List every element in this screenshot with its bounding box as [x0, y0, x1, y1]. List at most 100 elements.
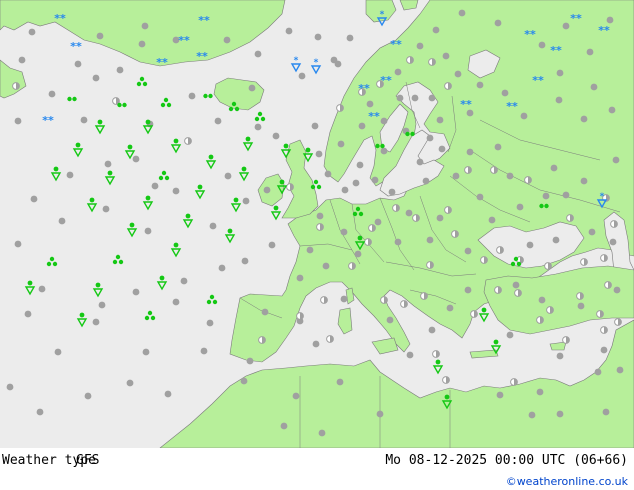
cloudy-dot-icon: [132, 155, 140, 163]
cloudy-dot-icon: [206, 319, 214, 327]
cloudy-dot-icon: [577, 302, 585, 310]
cloudy-dot-icon: [374, 218, 382, 226]
cloudy-dot-icon: [138, 40, 146, 48]
cloudy-dot-icon: [538, 296, 546, 304]
cloudy-dot-icon: [516, 203, 524, 211]
cloudy-dot-icon: [358, 122, 366, 130]
partly-cloudy-icon: [480, 256, 488, 264]
cloudy-dot-icon: [242, 197, 250, 205]
cloudy-dot-icon: [562, 22, 570, 30]
cloudy-dot-icon: [538, 41, 546, 49]
cloudy-dot-icon: [24, 310, 32, 318]
cloudy-dot-icon: [318, 429, 326, 437]
partly-cloudy-icon: [576, 292, 584, 300]
snow-icon: **: [460, 98, 472, 111]
cloudy-dot-icon: [200, 347, 208, 355]
cloudy-dot-icon: [14, 240, 22, 248]
snow-icon: **: [598, 24, 610, 37]
partly-cloudy-icon: [442, 376, 450, 384]
partly-cloudy-icon: [368, 224, 376, 232]
cloudy-dot-icon: [438, 145, 446, 153]
cloudy-dot-icon: [394, 238, 402, 246]
partly-cloudy-icon: [451, 230, 459, 238]
cloudy-dot-icon: [488, 216, 496, 224]
cloudy-dot-icon: [366, 100, 374, 108]
cloudy-dot-icon: [371, 176, 379, 184]
partly-cloudy-icon: [610, 220, 618, 228]
cloudy-dot-icon: [340, 295, 348, 303]
cloudy-dot-icon: [58, 217, 66, 225]
partly-cloudy-icon: [336, 104, 344, 112]
cloudy-dot-icon: [104, 160, 112, 168]
valid-datetime: Mo 08-12-2025 00:00 UTC (06+66): [385, 453, 628, 468]
snow-icon: **: [368, 110, 380, 123]
cloudy-dot-icon: [312, 340, 320, 348]
cloudy-dot-icon: [496, 391, 504, 399]
cloudy-dot-icon: [555, 96, 563, 104]
partly-cloudy-icon: [184, 137, 192, 145]
cloudy-dot-icon: [314, 33, 322, 41]
cloudy-dot-icon: [352, 179, 360, 187]
cloudy-dot-icon: [600, 346, 608, 354]
snow-icon: **: [42, 114, 54, 127]
cloudy-dot-icon: [586, 48, 594, 56]
cloudy-dot-icon: [214, 117, 222, 125]
partly-cloudy-icon: [514, 289, 522, 297]
cloudy-dot-icon: [612, 156, 620, 164]
cloudy-dot-icon: [164, 390, 172, 398]
cloudy-dot-icon: [590, 83, 598, 91]
partly-cloudy-icon: [464, 166, 472, 174]
partly-cloudy-icon: [496, 246, 504, 254]
snow-icon: **: [380, 74, 392, 87]
cloudy-dot-icon: [144, 227, 152, 235]
snow-icon: **: [156, 56, 168, 69]
cloudy-dot-icon: [466, 148, 474, 156]
cloudy-dot-icon: [512, 281, 520, 289]
snow-icon: **: [550, 44, 562, 57]
partly-cloudy-icon: [580, 258, 588, 266]
cloudy-dot-icon: [324, 170, 332, 178]
cloudy-dot-icon: [528, 411, 536, 419]
cloudy-dot-icon: [54, 348, 62, 356]
partly-cloudy-icon: [544, 262, 552, 270]
partly-cloudy-icon: [600, 254, 608, 262]
cloudy-dot-icon: [520, 112, 528, 120]
cloudy-dot-icon: [494, 143, 502, 151]
snow-icon: **: [524, 28, 536, 41]
cloudy-dot-icon: [30, 195, 38, 203]
cloudy-dot-icon: [580, 177, 588, 185]
partly-cloudy-icon: [524, 176, 532, 184]
partly-cloudy-icon: [432, 350, 440, 358]
partly-cloudy-icon: [562, 336, 570, 344]
cloudy-dot-icon: [380, 117, 388, 125]
partly-cloudy-icon: [600, 326, 608, 334]
cloudy-dot-icon: [428, 326, 436, 334]
cloudy-dot-icon: [241, 257, 249, 265]
partly-cloudy-icon: [392, 204, 400, 212]
cloudy-dot-icon: [254, 123, 262, 131]
model-name: GFS: [76, 453, 100, 468]
partly-cloudy-icon: [320, 296, 328, 304]
cloudy-dot-icon: [296, 274, 304, 282]
cloudy-dot-icon: [98, 301, 106, 309]
cloudy-dot-icon: [464, 286, 472, 294]
partly-cloudy-icon: [400, 300, 408, 308]
cloudy-dot-icon: [454, 70, 462, 78]
cloudy-dot-icon: [426, 134, 434, 142]
cloudy-dot-icon: [268, 241, 276, 249]
cloudy-dot-icon: [188, 92, 196, 100]
cloudy-dot-icon: [48, 90, 56, 98]
partly-cloudy-icon: [510, 378, 518, 386]
snow-icon: **: [506, 100, 518, 113]
cloudy-dot-icon: [616, 366, 624, 374]
cloudy-dot-icon: [292, 392, 300, 400]
cloudy-dot-icon: [66, 171, 74, 179]
partly-cloudy-icon: [286, 183, 294, 191]
snow-icon: **: [198, 14, 210, 27]
credit-link[interactable]: ©weatheronline.co.uk: [506, 475, 628, 488]
cloudy-dot-icon: [405, 209, 413, 217]
partly-cloudy-icon: [444, 206, 452, 214]
snow-icon: **: [178, 34, 190, 47]
cloudy-dot-icon: [330, 56, 338, 64]
cloudy-dot-icon: [458, 9, 466, 17]
